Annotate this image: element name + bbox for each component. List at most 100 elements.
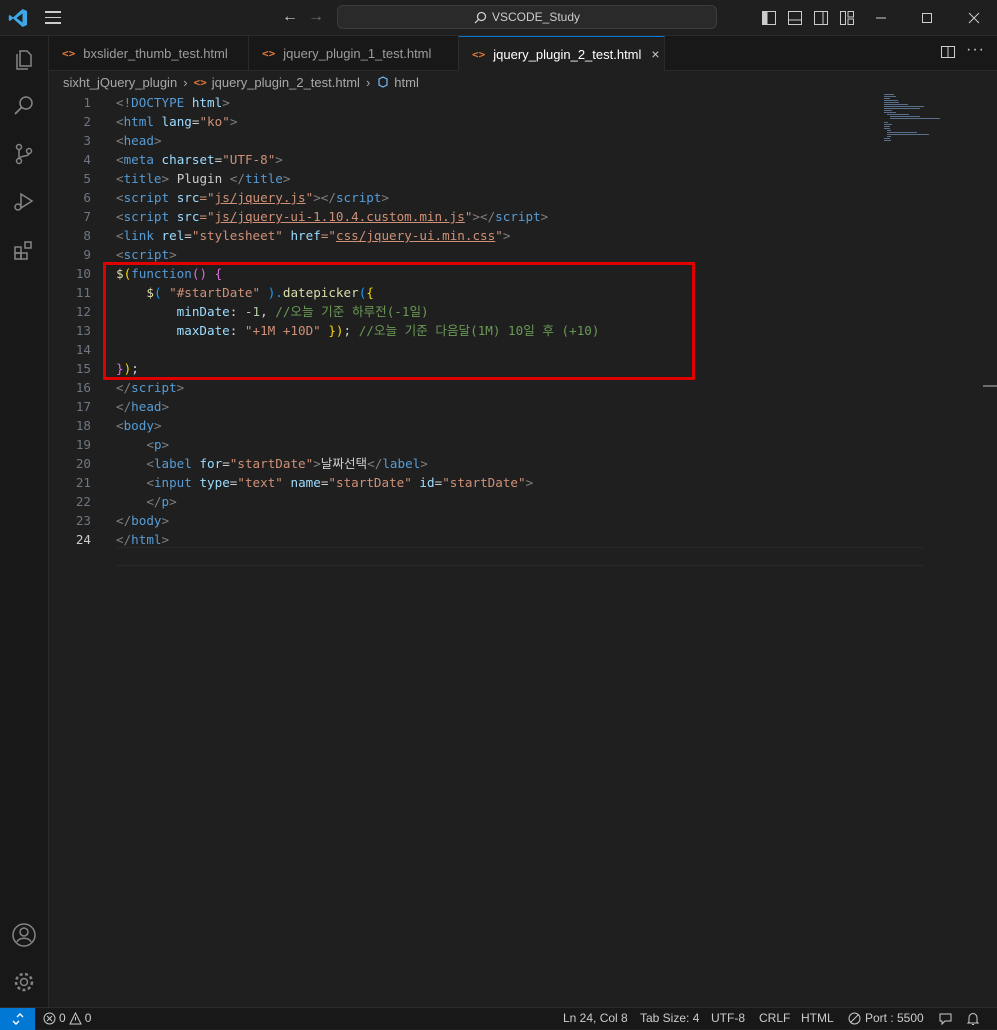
remote-indicator-icon[interactable] — [0, 1007, 35, 1030]
line-number: 15 — [75, 361, 91, 376]
search-icon[interactable] — [0, 82, 48, 130]
line-number: 9 — [83, 247, 91, 262]
line-number: 22 — [75, 494, 91, 509]
feedback-icon[interactable] — [938, 1012, 953, 1026]
title-bar: ← → VSCODE_Study — [0, 0, 997, 36]
code-line-19: <p> — [146, 437, 170, 452]
tab-jquery-plugin-2-test[interactable]: <> jquery_plugin_2_test.html × — [459, 36, 665, 71]
toggle-secondary-sidebar-icon[interactable] — [813, 10, 829, 26]
line-number: 14 — [75, 342, 91, 357]
code-line-20: <label for="startDate">날짜선택</label> — [146, 456, 428, 471]
close-tab-icon[interactable]: × — [651, 46, 659, 62]
back-arrow-icon[interactable]: ← — [282, 8, 298, 26]
menu-hamburger-icon[interactable] — [45, 11, 63, 25]
symbol-element-icon — [378, 76, 388, 88]
code-line-6: <script src="js/jquery.js"></script> — [116, 190, 390, 205]
accounts-icon[interactable] — [0, 911, 48, 959]
run-and-debug-icon[interactable] — [0, 178, 48, 226]
line-number: 20 — [75, 456, 91, 471]
encoding[interactable]: UTF-8 — [711, 1011, 745, 1025]
line-number: 10 — [75, 266, 91, 281]
status-bar: 0 0 Ln 24, Col 8 Tab Size: 4 UTF-8 CRLF … — [0, 1007, 997, 1030]
line-number: 7 — [83, 209, 91, 224]
settings-gear-icon[interactable] — [0, 958, 48, 1006]
line-number: 21 — [75, 475, 91, 490]
close-window-button[interactable] — [951, 0, 997, 35]
tab-size[interactable]: Tab Size: 4 — [640, 1011, 699, 1025]
line-number: 1 — [83, 95, 91, 110]
split-editor-icon[interactable] — [940, 44, 956, 60]
breadcrumb-folder[interactable]: sixht_jQuery_plugin — [63, 75, 177, 90]
forward-arrow-icon[interactable]: → — [308, 8, 324, 26]
html-file-icon: <> — [193, 75, 207, 89]
extensions-icon[interactable] — [0, 226, 48, 274]
toggle-panel-icon[interactable] — [787, 10, 803, 26]
code-line-18: <body> — [116, 418, 162, 433]
minimap[interactable] — [882, 93, 952, 153]
code-line-2: <html lang="ko"> — [116, 114, 238, 129]
line-number: 16 — [75, 380, 91, 395]
vscode-logo-icon — [8, 9, 28, 27]
code-line-3: <head> — [116, 133, 162, 148]
code-line-22: </p> — [146, 494, 177, 509]
code-line-24: </html> — [116, 532, 170, 547]
minimize-button[interactable] — [858, 0, 904, 35]
line-number: 19 — [75, 437, 91, 452]
tab-jquery-plugin-1-test[interactable]: <> jquery_plugin_1_test.html — [249, 36, 459, 70]
scrollbar-cursor-marker — [983, 385, 997, 387]
line-number: 13 — [75, 323, 91, 338]
html-file-icon: <> — [472, 47, 486, 61]
port-label: Port : 5500 — [865, 1011, 924, 1025]
code-line-23: </body> — [116, 513, 170, 528]
line-number: 11 — [75, 285, 91, 300]
live-server-port[interactable]: Port : 5500 — [848, 1011, 924, 1025]
chevron-right-icon: › — [365, 74, 371, 90]
vertical-scrollbar[interactable] — [983, 93, 997, 1007]
warning-count: 0 — [84, 1011, 92, 1025]
line-number: 17 — [75, 399, 91, 414]
code-line-16: </script> — [116, 380, 185, 395]
breadcrumb-symbol[interactable]: html — [394, 75, 419, 90]
source-control-icon[interactable] — [0, 130, 48, 178]
line-number: 18 — [75, 418, 91, 433]
activity-bar — [0, 36, 49, 1007]
highlight-annotation-box — [103, 262, 695, 380]
tab-label: jquery_plugin_2_test.html — [493, 46, 642, 62]
error-icon — [43, 1012, 56, 1024]
breadcrumb: sixht_jQuery_plugin › <> jquery_plugin_2… — [49, 71, 419, 93]
no-entry-icon — [848, 1012, 861, 1024]
line-number: 4 — [83, 152, 91, 167]
line-number: 12 — [75, 304, 91, 319]
line-number: 23 — [75, 513, 91, 528]
tab-label: bxslider_thumb_test.html — [83, 45, 228, 61]
warning-icon — [68, 1011, 82, 1024]
tab-label: jquery_plugin_1_test.html — [283, 45, 432, 61]
maximize-button[interactable] — [904, 0, 950, 35]
code-line-1: <!DOCTYPE html> — [116, 95, 230, 110]
line-number: 6 — [83, 190, 91, 205]
error-count: 0 — [59, 1011, 66, 1025]
language-mode[interactable]: HTML — [801, 1011, 834, 1025]
code-line-5: <title> Plugin </title> — [116, 171, 291, 186]
more-actions-icon[interactable]: ··· — [966, 41, 985, 59]
command-center-search[interactable]: VSCODE_Study — [337, 5, 717, 29]
breadcrumb-file[interactable]: jquery_plugin_2_test.html — [212, 75, 360, 90]
search-icon — [474, 11, 487, 23]
line-number: 2 — [83, 114, 91, 129]
line-number: 8 — [83, 228, 91, 243]
cursor-position[interactable]: Ln 24, Col 8 — [563, 1011, 628, 1025]
line-number: 5 — [83, 171, 91, 186]
explorer-icon[interactable] — [0, 36, 48, 84]
line-number: 3 — [83, 133, 91, 148]
line-number: 24 — [75, 532, 91, 547]
toggle-primary-sidebar-icon[interactable] — [761, 10, 777, 26]
html-file-icon: <> — [262, 46, 276, 60]
tab-bxslider-thumb-test[interactable]: <> bxslider_thumb_test.html — [49, 36, 249, 70]
code-editor[interactable]: 1 2 3 4 5 6 7 8 9 10 11 12 13 14 15 16 17 18 19 20 21 22 23 24 … — [49, 93, 997, 1007]
customize-layout-icon[interactable] — [839, 10, 855, 26]
code-line-7: <script src="js/jquery-ui-1.10.4.custom.… — [116, 209, 549, 224]
notifications-bell-icon[interactable] — [966, 1011, 980, 1026]
html-file-icon: <> — [62, 46, 76, 60]
problems-indicator[interactable]: 0 0 — [43, 1011, 91, 1025]
end-of-line[interactable]: CRLF — [759, 1011, 790, 1025]
